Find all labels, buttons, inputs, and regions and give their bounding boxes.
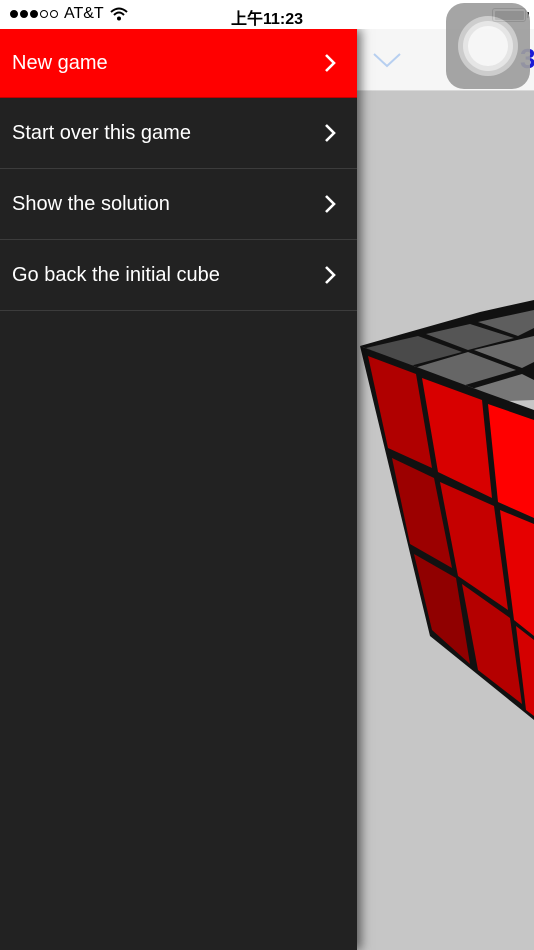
menu-item-label: New game xyxy=(12,51,108,74)
chevron-down-icon[interactable] xyxy=(372,51,402,69)
menu-item-label: Start over this game xyxy=(12,121,191,144)
chevron-right-icon xyxy=(325,195,336,213)
chevron-right-icon xyxy=(325,124,336,142)
assistive-touch-button[interactable] xyxy=(446,3,530,89)
menu-item-new-game[interactable]: New game xyxy=(0,29,357,98)
menu-item-initial-cube[interactable]: Go back the initial cube xyxy=(0,240,357,311)
chevron-right-icon xyxy=(325,266,336,284)
rubiks-cube-canvas[interactable] xyxy=(357,91,534,950)
menu-item-label: Go back the initial cube xyxy=(12,263,220,286)
menu-item-show-solution[interactable]: Show the solution xyxy=(0,169,357,240)
menu-item-label: Show the solution xyxy=(12,192,170,215)
side-menu: New game Start over this game Show the s… xyxy=(0,29,357,950)
menu-item-start-over[interactable]: Start over this game xyxy=(0,98,357,169)
chevron-right-icon xyxy=(325,54,336,72)
